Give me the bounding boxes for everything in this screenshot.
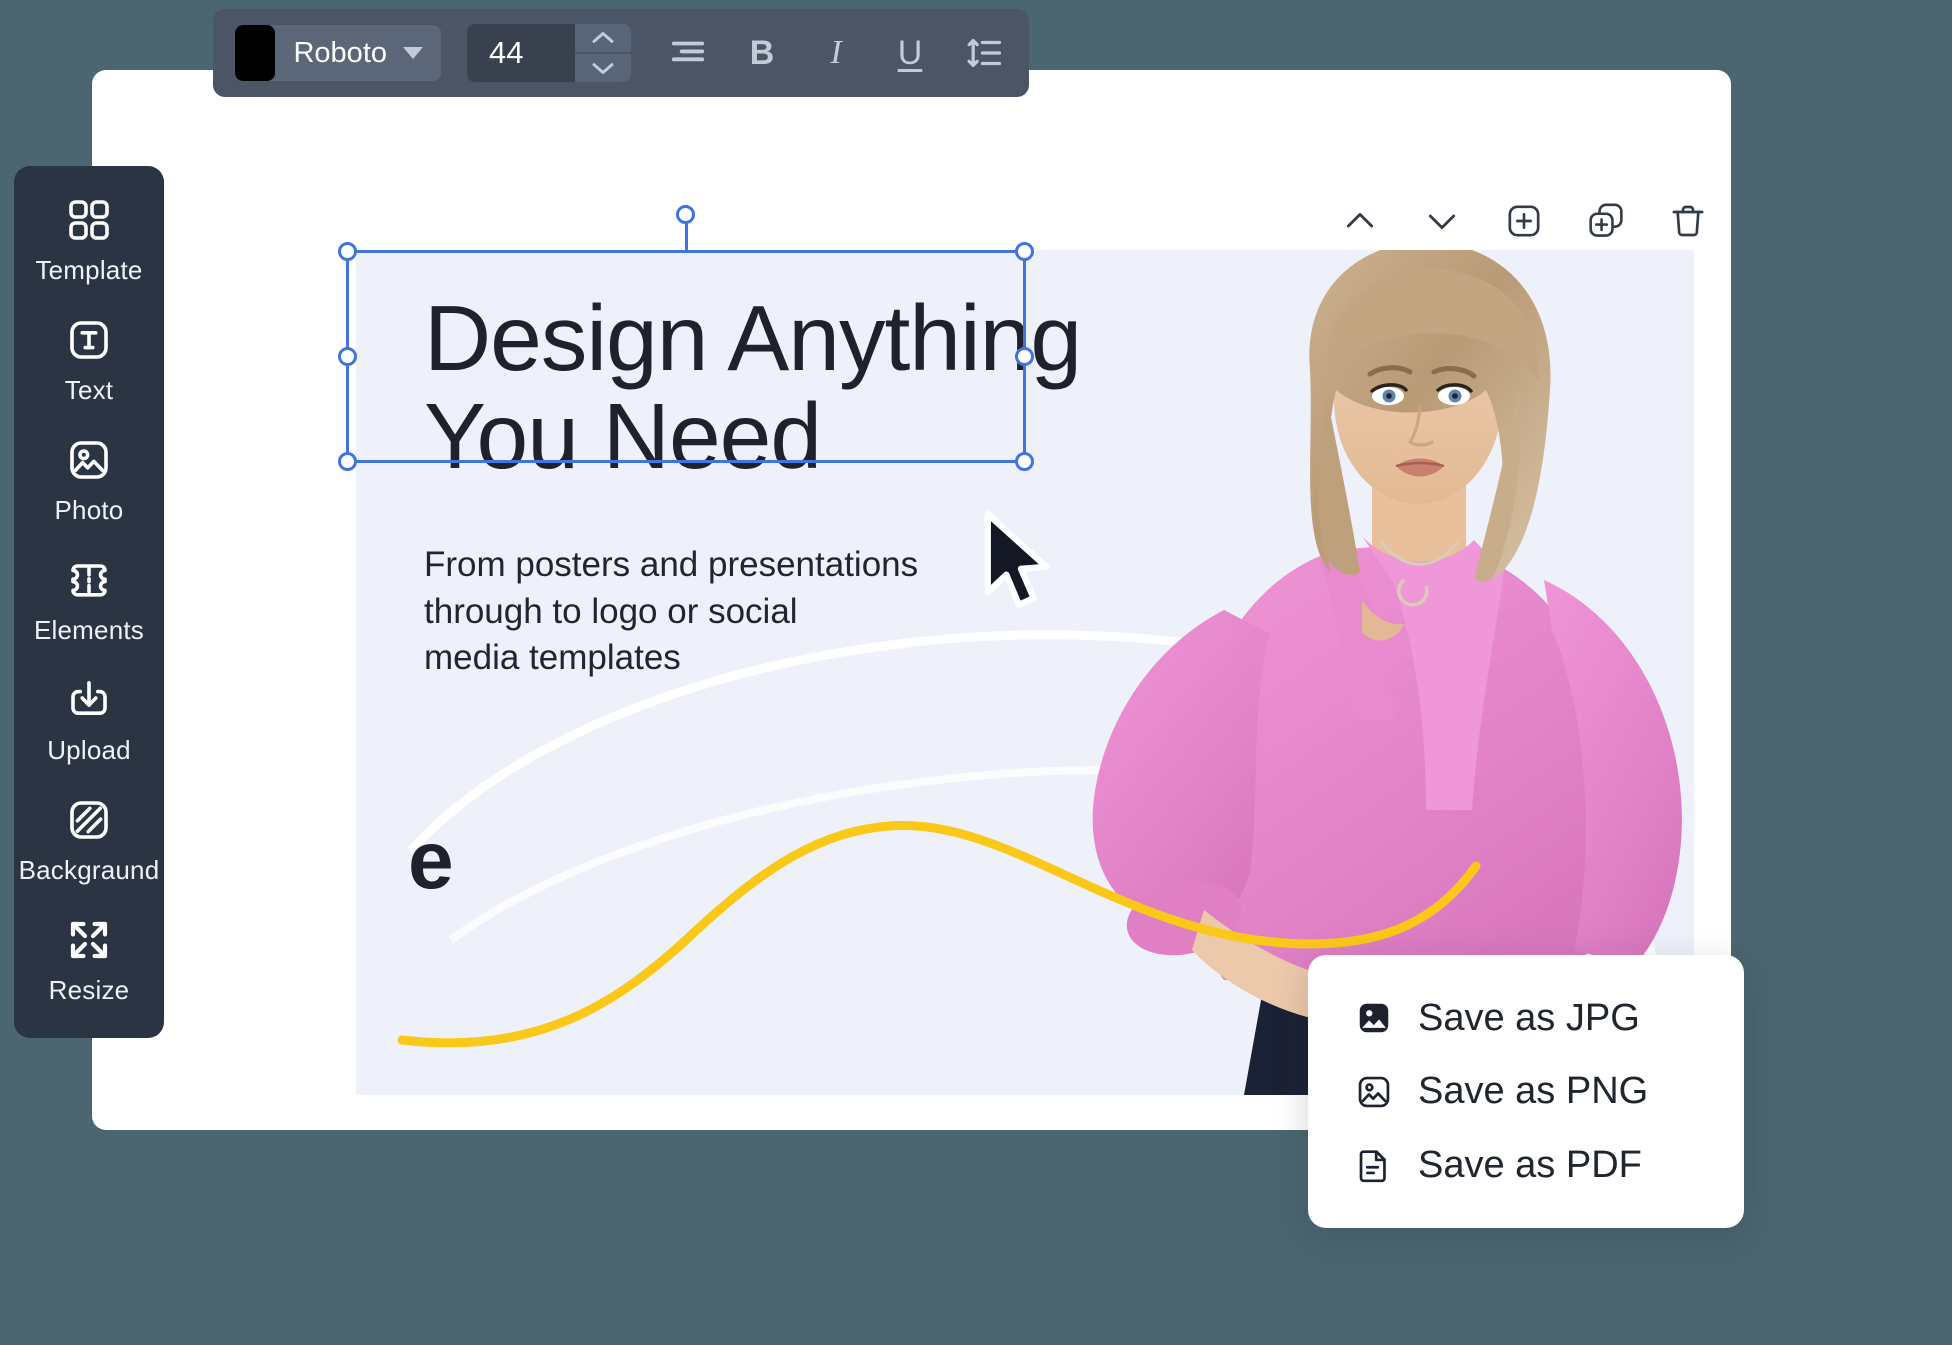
- chevron-down-icon: [1428, 214, 1456, 230]
- rotate-stem: [685, 215, 688, 253]
- format-buttons-group: B I U: [665, 30, 1007, 76]
- sidebar-item-upload[interactable]: Upload: [14, 674, 164, 766]
- text-box-icon: [63, 314, 115, 366]
- text-format-toolbar: Roboto 44 B I U: [213, 9, 1029, 97]
- delete-button[interactable]: [1665, 198, 1711, 244]
- align-right-icon: [671, 41, 705, 62]
- image-outline-icon: [1354, 1072, 1394, 1112]
- ticket-icon: [63, 554, 115, 606]
- text-color-swatch[interactable]: [235, 25, 276, 81]
- subcopy-text[interactable]: From posters and presentations through t…: [424, 542, 984, 682]
- trash-icon: [1672, 205, 1704, 237]
- font-size-decrease-button[interactable]: [575, 52, 631, 82]
- save-as-pdf-item[interactable]: Save as PDF: [1308, 1132, 1744, 1198]
- sidebar-item-label: Text: [64, 375, 114, 405]
- font-picker-group: Roboto: [235, 25, 441, 81]
- sidebar-item-resize[interactable]: Resize: [14, 914, 164, 1006]
- bold-button[interactable]: B: [739, 30, 785, 76]
- sidebar-item-text[interactable]: Text: [14, 314, 164, 406]
- headline-text[interactable]: Design Anything You Need: [424, 289, 1254, 485]
- save-item-label: Save as PNG: [1418, 1070, 1649, 1112]
- move-down-button[interactable]: [1419, 198, 1465, 244]
- sidebar-item-background[interactable]: Backgraund: [14, 794, 164, 886]
- chevron-up-icon: [592, 32, 614, 43]
- font-size-stepper: 44: [467, 24, 631, 82]
- font-size-increase-button[interactable]: [575, 24, 631, 52]
- save-as-png-item[interactable]: Save as PNG: [1308, 1059, 1744, 1125]
- sidebar-item-label: Template: [35, 255, 143, 285]
- sidebar-item-label: Upload: [47, 735, 131, 765]
- plus-square-icon: [1508, 205, 1540, 237]
- sidebar-item-label: Photo: [54, 495, 124, 525]
- brand-logo-mark: e: [408, 815, 454, 906]
- sidebar-item-elements[interactable]: Elements: [14, 554, 164, 646]
- duplicate-button[interactable]: [1583, 198, 1629, 244]
- expand-arrows-icon: [63, 914, 115, 966]
- grid-squares-icon: [63, 194, 115, 246]
- chevron-up-icon: [1346, 212, 1374, 228]
- chevron-down-icon[interactable]: [403, 47, 423, 59]
- line-height-button[interactable]: [961, 30, 1007, 76]
- line-spacing-icon: [967, 39, 1002, 67]
- sidebar-item-template[interactable]: Template: [14, 194, 164, 286]
- duplicate-icon: [1589, 203, 1623, 237]
- italic-button[interactable]: I: [813, 30, 859, 76]
- resize-handle-middle-left[interactable]: [338, 346, 357, 366]
- tools-sidebar: Template Text Photo Elements Upload Back…: [14, 166, 164, 1038]
- app-root: Design Anything You Need From posters an…: [0, 0, 1952, 1345]
- sidebar-item-label: Backgraund: [18, 855, 160, 885]
- save-as-dropdown: Save as JPG Save as PNG Save as PDF: [1308, 955, 1744, 1228]
- chevron-down-icon: [592, 63, 614, 74]
- resize-handle-bottom-left[interactable]: [338, 452, 357, 471]
- image-icon: [63, 434, 115, 486]
- font-family-value[interactable]: Roboto: [275, 37, 403, 70]
- sidebar-item-label: Resize: [48, 975, 130, 1005]
- image-filled-icon: [1354, 998, 1394, 1038]
- document-icon: [1354, 1145, 1394, 1185]
- align-text-button[interactable]: [665, 30, 711, 76]
- underline-button[interactable]: U: [887, 30, 933, 76]
- font-size-spinners: [575, 24, 631, 82]
- sidebar-item-photo[interactable]: Photo: [14, 434, 164, 526]
- sidebar-item-label: Elements: [34, 615, 144, 645]
- move-up-button[interactable]: [1337, 198, 1383, 244]
- save-item-label: Save as JPG: [1418, 996, 1640, 1039]
- upload-icon: [63, 674, 115, 726]
- font-size-value[interactable]: 44: [467, 24, 575, 82]
- save-as-jpg-item[interactable]: Save as JPG: [1308, 985, 1744, 1051]
- rotate-handle[interactable]: [676, 205, 695, 224]
- resize-handle-top-left[interactable]: [338, 242, 357, 261]
- add-element-button[interactable]: [1501, 198, 1547, 244]
- save-item-label: Save as PDF: [1418, 1143, 1642, 1186]
- object-toolbar: [1337, 198, 1711, 244]
- pattern-square-icon: [63, 794, 115, 846]
